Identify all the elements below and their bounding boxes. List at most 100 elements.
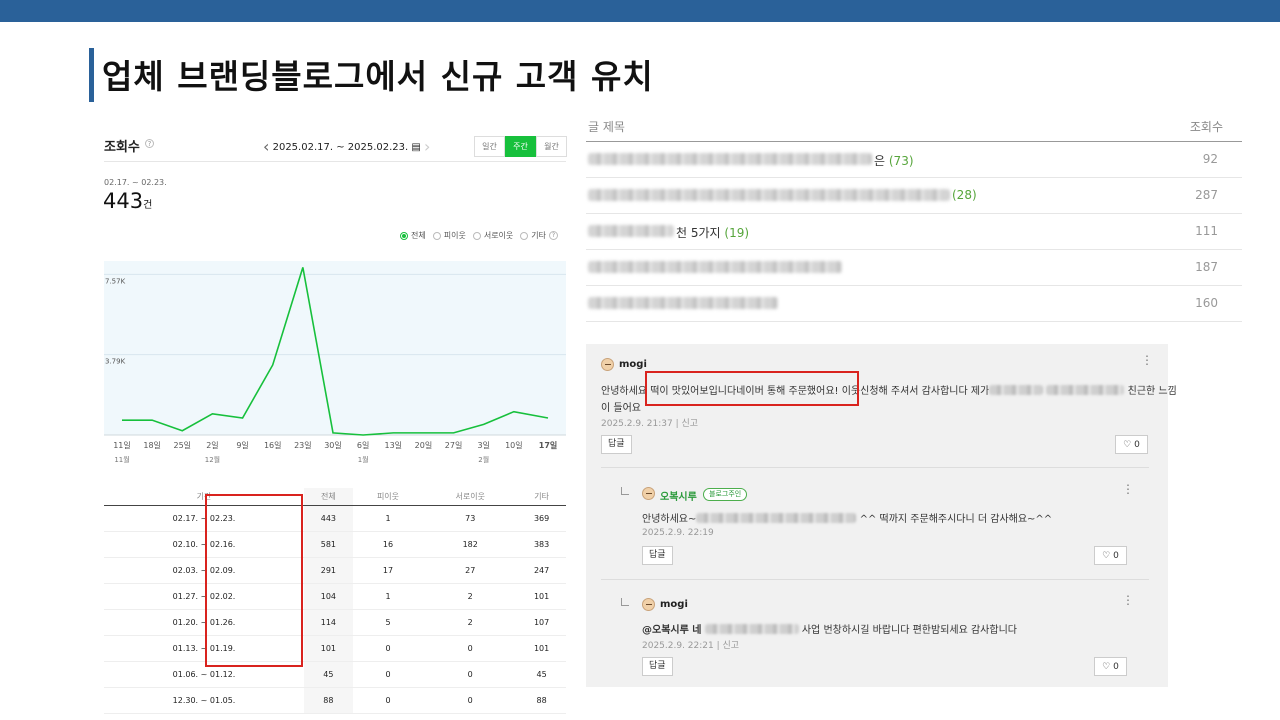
cell-mutual: 27	[423, 557, 518, 584]
legend-mutual[interactable]: 서로이웃	[472, 230, 514, 241]
table-row: 01.06. ~ 01.12. 45 0 0 45	[104, 661, 566, 688]
tab-daily[interactable]: 일간	[474, 136, 505, 157]
total-views: 443건	[103, 189, 152, 213]
more-options-icon[interactable]: ⋮	[1141, 353, 1153, 367]
cell-total: 443	[304, 505, 353, 532]
cell-period: 12.30. ~ 01.05.	[104, 687, 304, 714]
post-row[interactable]: 187	[586, 250, 1242, 286]
next-week-arrow-icon[interactable]: ›	[424, 137, 430, 156]
top-banner	[0, 0, 1280, 22]
reply-button[interactable]: 답글	[601, 435, 632, 454]
post-row[interactable]: (28) 287	[586, 178, 1242, 214]
post-row[interactable]: 은 (73) 92	[586, 142, 1242, 178]
x-tick-label: 6일	[357, 441, 369, 450]
calendar-icon[interactable]: ▤	[411, 142, 420, 153]
comment-text: 웃신청해 주셔서 감사합니다 제가	[850, 386, 990, 397]
help-icon[interactable]: ?	[145, 139, 154, 148]
x-tick-label: 18일	[143, 441, 161, 450]
reply-text: @오복시루 네 사업 번창하시길 바랍니다 편한밤되세요 감사합니다	[642, 621, 1017, 636]
tab-weekly[interactable]: 주간	[505, 136, 536, 157]
like-count: 0	[1113, 550, 1119, 561]
x-tick-label: 2일	[206, 441, 218, 450]
col-header-neighbor: 피이웃	[352, 488, 424, 506]
post-title-header: 글 제목	[588, 120, 625, 134]
post-title-text: 천 5가지	[676, 226, 721, 240]
comment-count: (28)	[952, 188, 977, 202]
more-options-icon[interactable]: ⋮	[1122, 482, 1134, 496]
reply-author[interactable]: mogi	[660, 599, 688, 610]
cell-mutual: 0	[423, 687, 518, 714]
comment-count: (19)	[724, 226, 750, 240]
legend-other[interactable]: 기타?	[520, 230, 559, 241]
table-header-row: 기간 전체 피이웃 서로이웃 기타	[104, 488, 566, 506]
table-row: 01.27. ~ 02.02. 104 1 2 101	[104, 583, 566, 610]
legend-label: 피이웃	[443, 231, 466, 240]
like-button[interactable]: ♡ 0	[1115, 435, 1148, 454]
post-views: 160	[1195, 296, 1218, 310]
y-tick-label: 7.57K	[105, 277, 126, 285]
post-row[interactable]: 천 5가지 (19) 111	[586, 214, 1242, 250]
reply-author[interactable]: 오복시루	[660, 488, 697, 503]
table-row: 02.17. ~ 02.23. 443 1 73 369	[104, 505, 566, 532]
post-views: 287	[1195, 188, 1218, 202]
legend-all[interactable]: 전체	[400, 230, 426, 241]
x-tick-label: 20일	[415, 441, 433, 450]
cell-neighbor: 5	[352, 609, 424, 636]
post-views-header: 조회수	[1189, 120, 1223, 134]
x-tick-label: 25일	[174, 441, 192, 450]
help-icon[interactable]: ?	[549, 231, 559, 240]
post-row[interactable]: 160	[586, 286, 1242, 322]
plot-area	[104, 261, 566, 435]
like-button[interactable]: ♡ 0	[1094, 657, 1127, 676]
blurred-text	[989, 385, 1044, 395]
blurred-title	[588, 261, 842, 273]
cell-total: 88	[304, 687, 353, 714]
panel-divider	[104, 161, 566, 162]
heart-icon: ♡	[1102, 661, 1111, 672]
blog-owner-badge: 블로그주인	[703, 488, 748, 501]
heart-icon: ♡	[1123, 439, 1132, 450]
reply-text-part: 안녕하세요~	[642, 514, 697, 525]
more-options-icon[interactable]: ⋮	[1122, 593, 1134, 607]
x-tick-label: 27일	[445, 441, 463, 450]
col-header-total: 전체	[304, 488, 353, 506]
legend-label: 서로이웃	[483, 231, 514, 240]
prev-week-arrow-icon[interactable]: ‹	[263, 137, 269, 156]
x-tick-label: 23일	[294, 441, 312, 450]
legend-neighbor[interactable]: 피이웃	[432, 230, 466, 241]
comment-text: 친근한 느낌	[1127, 386, 1177, 397]
comment-date: 2025.2.9. 21:37	[601, 419, 673, 429]
report-link[interactable]: 신고	[682, 419, 699, 429]
reply-button[interactable]: 답글	[642, 546, 673, 565]
cell-total: 101	[304, 635, 353, 662]
slide-title: 업체 브랜딩블로그에서 신규 고객 유치	[102, 57, 654, 96]
reply-button[interactable]: 답글	[642, 657, 673, 676]
title-accent-bar	[89, 48, 94, 102]
cell-neighbor: 1	[352, 505, 424, 532]
cell-total: 104	[304, 583, 353, 610]
reply-divider	[601, 579, 1149, 580]
views-line-chart: 3.79K 7.57K 11일 18일 25일 2일 9일 16일 23일 30일 6일 13일 20일…	[104, 261, 566, 464]
reply-date: 2025.2.9. 22:19	[642, 528, 714, 538]
reply-text: 안녕하세요~ ^^ 떡까지 주문해주시다니 더 감사해요~^^	[642, 510, 1052, 525]
cell-mutual: 182	[423, 531, 518, 558]
like-button[interactable]: ♡ 0	[1094, 546, 1127, 565]
x-tick-label: 11일	[113, 441, 131, 450]
x-tick-label: 13일	[385, 441, 403, 450]
report-link[interactable]: 신고	[723, 641, 740, 651]
x-tick-label: 16일	[264, 441, 282, 450]
blurred-text	[696, 513, 857, 523]
blurred-title	[588, 297, 778, 309]
cell-other: 247	[517, 557, 566, 584]
comment-author[interactable]: mogi	[619, 359, 647, 370]
stats-table: 기간 전체 피이웃 서로이웃 기타 02.17. ~ 02.23. 443 1 73 3…	[104, 488, 566, 714]
tab-monthly[interactable]: 월간	[536, 136, 567, 157]
selected-range: 02.17. ~ 02.23.	[104, 178, 167, 187]
cell-total: 45	[304, 661, 353, 688]
post-title: 천 5가지 (19)	[676, 224, 749, 241]
radio-icon	[472, 231, 481, 240]
cell-other: 101	[517, 635, 566, 662]
col-header-mutual: 서로이웃	[423, 488, 518, 506]
comment-text: 안녕하세요	[601, 386, 647, 397]
cell-neighbor: 0	[352, 661, 424, 688]
